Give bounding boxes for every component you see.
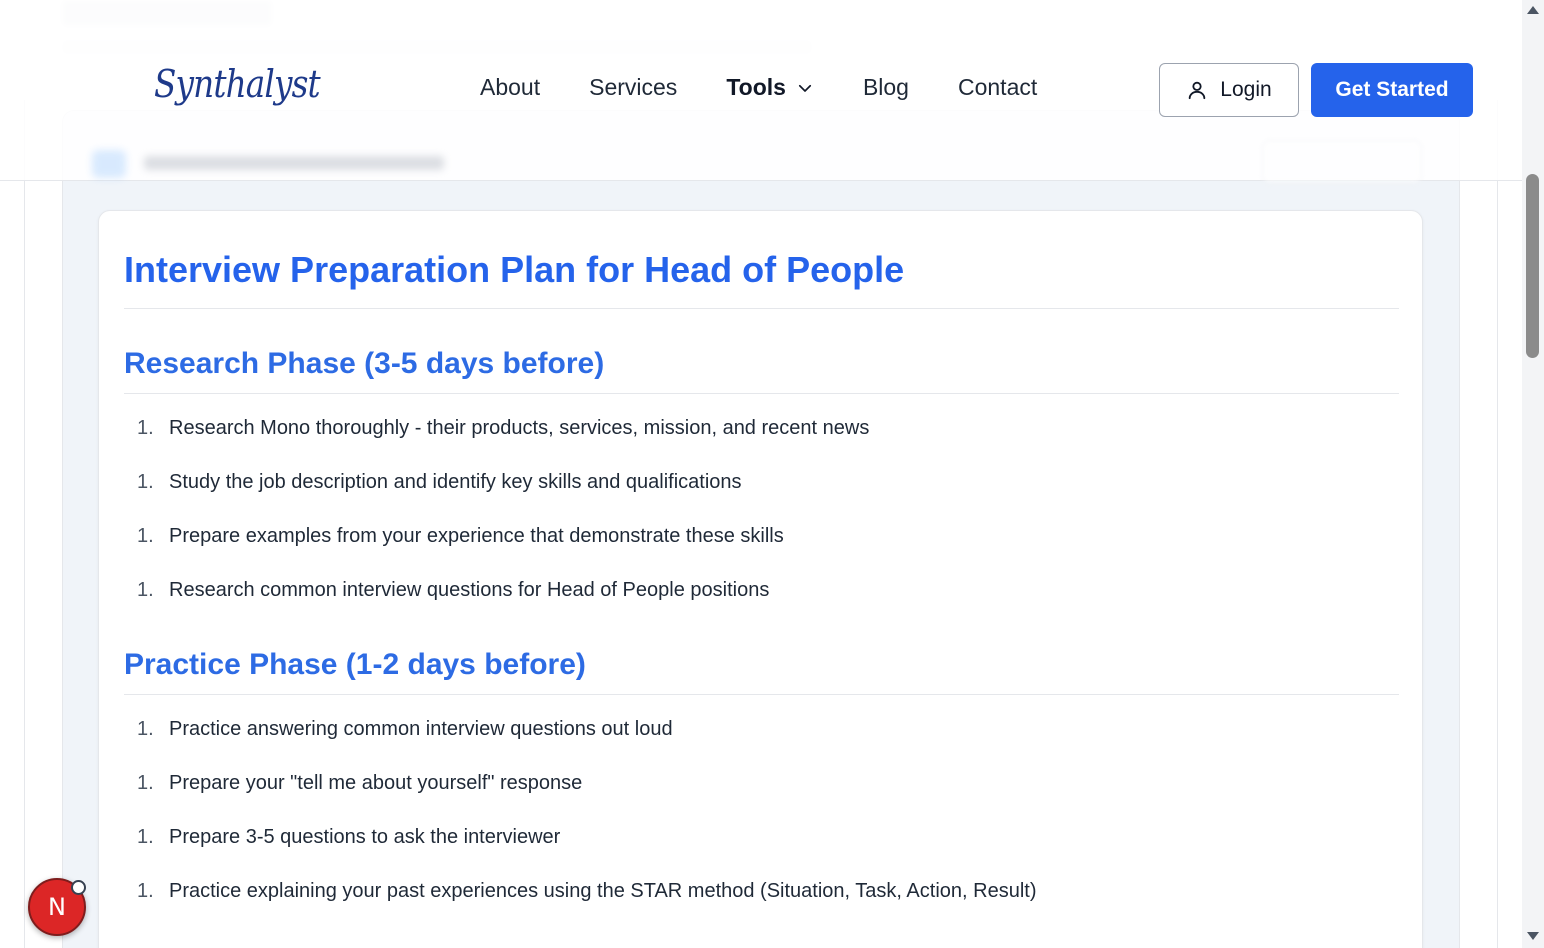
nav-label: Blog [862,74,909,100]
user-icon [1189,81,1206,100]
chevron-down-icon [798,84,812,92]
vertical-scrollbar[interactable] [1522,0,1544,948]
list-text: Practice answering common interview ques… [169,718,673,740]
list-number: 1. [137,718,154,740]
list-number: 1. [137,880,154,902]
list-item: 1. Research Mono thoroughly - their prod… [137,417,869,440]
nav-label: Services [589,74,678,100]
notification-dot-icon [71,880,86,895]
list-text: Practice explaining your past experience… [169,880,1037,902]
blurred-panel-header [92,146,452,178]
blurred-icon [92,150,126,178]
title-divider [124,308,1399,309]
section-heading-practice: Practice Phase (1-2 days before) [124,648,586,681]
list-item: 1. Research common interview questions f… [137,579,769,602]
list-item: 1. Practice answering common interview q… [137,718,673,741]
list-item: 1. Practice explaining your past experie… [137,880,1036,903]
nav-item-tools[interactable]: Tools [726,74,814,101]
list-number: 1. [137,579,154,601]
document-card: Interview Preparation Plan for Head of P… [98,210,1423,948]
blurred-panel-button [1262,140,1422,184]
get-started-button[interactable]: Get Started [1311,63,1473,117]
scroll-up-arrow-icon[interactable] [1527,6,1539,14]
list-text: Prepare examples from your experience th… [169,525,784,547]
document-title: Interview Preparation Plan for Head of P… [124,249,905,290]
list-text: Research common interview questions for … [169,579,770,601]
badge-letter: N [48,893,66,921]
nav-label: About [480,74,541,100]
list-number: 1. [137,772,154,794]
scroll-down-arrow-icon[interactable] [1527,932,1539,940]
site-logo[interactable]: Synthalyst [154,62,321,106]
nav-item-services[interactable]: Services [589,74,677,101]
nav-item-about[interactable]: About [480,74,540,101]
list-number: 1. [137,525,154,547]
main-nav: About Services Tools Blog Contact [480,74,1086,101]
list-item: 1. Prepare your "tell me about yourself"… [137,772,582,795]
site-header: Synthalyst About Services Tools Blog Con… [0,0,1522,184]
list-text: Research Mono thoroughly - their product… [169,417,870,439]
section-divider [124,393,1399,394]
login-button[interactable]: Login [1159,63,1299,117]
list-number: 1. [137,417,154,439]
list-item: 1. Prepare examples from your experience… [137,525,784,548]
blurred-panel-title [144,156,444,170]
nav-label: Contact [957,74,1038,100]
nav-item-contact[interactable]: Contact [958,74,1037,101]
get-started-label: Get Started [1335,78,1449,101]
login-label: Login [1220,78,1272,101]
list-item: 1. Study the job description and identif… [137,471,742,494]
list-item: 1. Prepare 3-5 questions to ask the inte… [137,826,560,849]
scroll-thumb[interactable] [1526,174,1539,358]
section-heading-research: Research Phase (3-5 days before) [124,347,605,380]
list-text: Prepare your "tell me about yourself" re… [169,772,583,794]
nav-label: Tools [726,74,786,100]
list-number: 1. [137,826,154,848]
list-number: 1. [137,471,154,493]
list-text: Study the job description and identify k… [169,471,742,493]
section-divider [124,694,1399,695]
nav-item-blog[interactable]: Blog [863,74,909,101]
list-text: Prepare 3-5 questions to ask the intervi… [169,826,561,848]
